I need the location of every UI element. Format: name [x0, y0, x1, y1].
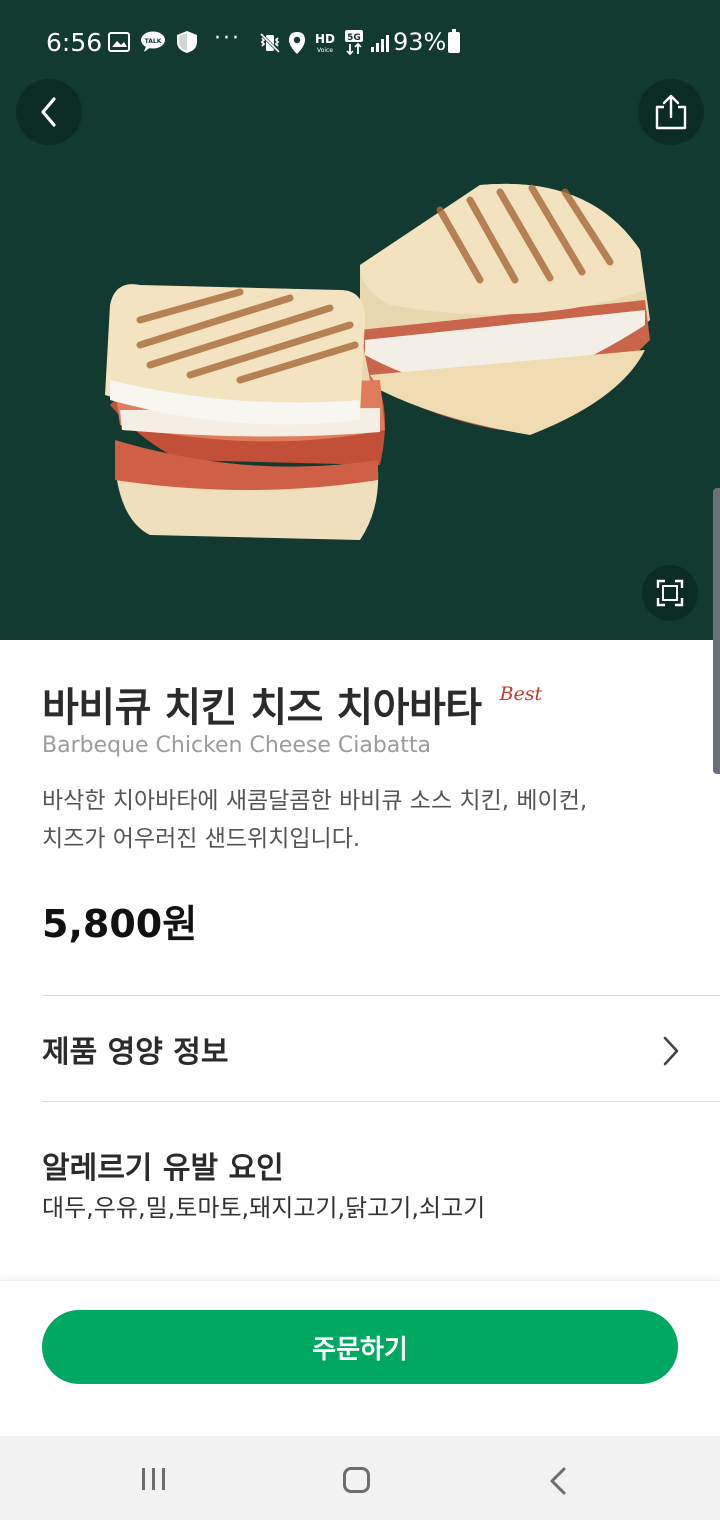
product-price: 5,800원: [42, 902, 198, 946]
shield-icon: [177, 31, 197, 53]
battery-icon: [448, 29, 460, 53]
gallery-icon: [108, 32, 130, 52]
scroll-indicator[interactable]: [713, 488, 720, 774]
best-badge: Best: [499, 683, 543, 705]
back-sandwich: [360, 183, 650, 435]
status-bar: 6:56 TALK ··· HD Voice 5G 93%: [0, 0, 720, 88]
share-icon: [655, 94, 687, 130]
nutrition-info-row[interactable]: 제품 영양 정보: [42, 996, 720, 1101]
front-sandwich: [105, 284, 385, 540]
expand-icon: [656, 579, 684, 607]
chevron-right-icon: [663, 1036, 679, 1066]
divider: [42, 1101, 720, 1102]
product-image-area: 6:56 TALK ··· HD Voice 5G 93%: [0, 0, 720, 640]
nav-back-icon[interactable]: [548, 1466, 568, 1496]
recent-apps-button[interactable]: [142, 1468, 165, 1490]
system-nav-bar: [0, 1436, 720, 1520]
home-button[interactable]: [343, 1467, 370, 1493]
allergy-title: 알레르기 유발 요인: [42, 1151, 284, 1186]
allergy-list: 대두,우유,밀,토마토,돼지고기,닭고기,쇠고기: [42, 1194, 486, 1222]
chevron-left-icon: [41, 97, 56, 127]
battery-percent: 93%: [393, 28, 447, 56]
order-bar: 주문하기: [0, 1280, 720, 1436]
svg-text:HD: HD: [315, 32, 335, 46]
description-line: 바삭한 치아바타에 새콤달콤한 바비큐 소스 치킨, 베이컨,: [42, 788, 588, 814]
product-title-row: 바비큐 치킨 치즈 치아바타 Best: [42, 675, 542, 733]
svg-text:TALK: TALK: [145, 38, 162, 45]
back-button[interactable]: [16, 79, 82, 145]
share-button[interactable]: [638, 79, 704, 145]
signal-icon: [371, 35, 389, 52]
location-icon: [289, 32, 305, 54]
product-title: 바비큐 치킨 치즈 치아바타: [42, 685, 482, 731]
status-more-dots: ···: [214, 26, 241, 51]
hd-voice-icon: HD Voice: [315, 32, 335, 54]
svg-text:5G: 5G: [347, 33, 361, 43]
product-english-name: Barbeque Chicken Cheese Ciabatta: [42, 733, 431, 758]
description-line: 치즈가 어우러진 샌드위치입니다.: [42, 826, 361, 852]
vibrate-mute-icon: [259, 32, 281, 54]
talk-icon: TALK: [141, 31, 165, 52]
5g-icon: 5G: [345, 30, 363, 56]
expand-image-button[interactable]: [642, 565, 698, 621]
svg-text:Voice: Voice: [317, 47, 333, 54]
sandwich-image: [105, 183, 650, 540]
order-button[interactable]: 주문하기: [42, 1310, 678, 1384]
status-time: 6:56: [46, 28, 103, 57]
nutrition-info-label: 제품 영양 정보: [42, 1034, 229, 1070]
product-description: 바삭한 치아바타에 새콤달콤한 바비큐 소스 치킨, 베이컨, 치즈가 어우러진…: [42, 782, 682, 858]
